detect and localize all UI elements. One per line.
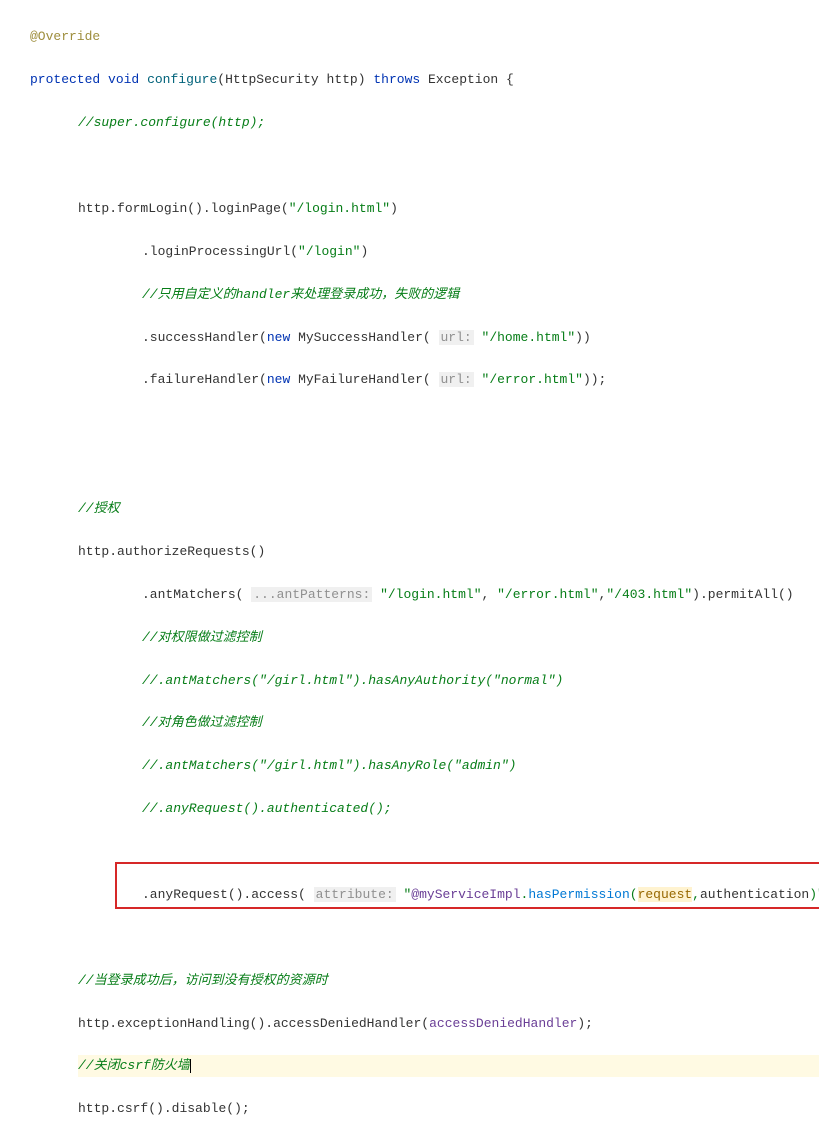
comment-role-code: //.antMatchers("/girl.html").hasAnyRole(… xyxy=(142,758,516,773)
cls-failure: MyFailureHandler xyxy=(298,372,423,387)
m-disable: disable xyxy=(172,1101,227,1116)
comment-csrf: //关闭csrf防火墙 xyxy=(78,1058,190,1073)
arg-accessdeniedhandler: accessDeniedHandler xyxy=(429,1016,577,1031)
spel-dot: . xyxy=(521,887,529,902)
s-home: "/home.html" xyxy=(482,330,576,345)
comment-perm: //对权限做过滤控制 xyxy=(142,630,262,645)
s-ant3: "/403.html" xyxy=(606,587,692,602)
http-var3: http xyxy=(78,1016,109,1031)
s-login: "/login" xyxy=(298,244,360,259)
s-error: "/error.html" xyxy=(482,372,583,387)
comment-handler: //只用自定义的handler来处理登录成功，失败的逻辑 xyxy=(142,287,459,302)
spel-qopen: " xyxy=(403,887,411,902)
m-loginpage: loginPage xyxy=(211,201,281,216)
s-loginhtml: "/login.html" xyxy=(289,201,390,216)
param-type: HttpSecurity xyxy=(225,72,319,87)
text-cursor xyxy=(190,1059,191,1073)
m-antmatchers: .antMatchers xyxy=(142,587,236,602)
s-ant1: "/login.html" xyxy=(380,587,481,602)
spel-bean: @myServiceImpl xyxy=(411,887,520,902)
hint-url1: url: xyxy=(439,330,474,345)
cls-success: MySuccessHandler xyxy=(298,330,423,345)
comment-role: //对角色做过滤控制 xyxy=(142,715,262,730)
m-exceptionhandling: exceptionHandling xyxy=(117,1016,250,1031)
http-var2: http xyxy=(78,544,109,559)
comment-auth-title: //授权 xyxy=(78,501,120,516)
spel-popen: ( xyxy=(630,887,638,902)
comment-anyreq: //.anyRequest().authenticated(); xyxy=(142,801,392,816)
hint-attribute: attribute: xyxy=(314,887,396,902)
kw-new1: new xyxy=(267,330,290,345)
m-loginprocurl: .loginProcessingUrl xyxy=(142,244,290,259)
hint-antpatterns: ...antPatterns: xyxy=(251,587,372,602)
comment-super: //super.configure(http); xyxy=(78,115,265,130)
m-csrf: csrf xyxy=(117,1101,148,1116)
m-accessdeniedhandler: accessDeniedHandler xyxy=(273,1016,421,1031)
exc-type: Exception xyxy=(428,72,498,87)
method-configure: configure xyxy=(147,72,217,87)
s-ant2: "/error.html" xyxy=(497,587,598,602)
m-access: access xyxy=(251,887,298,902)
spel-param1: request xyxy=(638,887,693,902)
hint-url2: url: xyxy=(439,372,474,387)
spel-param2: authentication xyxy=(700,887,809,902)
kw-void: void xyxy=(108,72,139,87)
http-var: http xyxy=(78,201,109,216)
spel-comma: , xyxy=(692,887,700,902)
m-failurehandler: .failureHandler xyxy=(142,372,259,387)
m-formlogin: formLogin xyxy=(117,201,187,216)
spel-pclose: ) xyxy=(809,887,817,902)
kw-throws: throws xyxy=(373,72,420,87)
annotation-override: @Override xyxy=(30,29,100,44)
kw-new2: new xyxy=(267,372,290,387)
code-editor[interactable]: @Override protected void configure ( HttpS… xyxy=(10,5,819,1138)
comment-denied: //当登录成功后，访问到没有授权的资源时 xyxy=(78,973,328,988)
m-successhandler: .successHandler xyxy=(142,330,259,345)
param-name: http xyxy=(327,72,358,87)
http-var4: http xyxy=(78,1101,109,1116)
m-authorizerequests: authorizeRequests xyxy=(117,544,250,559)
m-anyrequest: .anyRequest xyxy=(142,887,228,902)
spel-method: hasPermission xyxy=(528,887,629,902)
comment-perm-code: //.antMatchers("/girl.html").hasAnyAutho… xyxy=(142,673,563,688)
kw-protected: protected xyxy=(30,72,100,87)
m-permitall: permitAll xyxy=(708,587,778,602)
